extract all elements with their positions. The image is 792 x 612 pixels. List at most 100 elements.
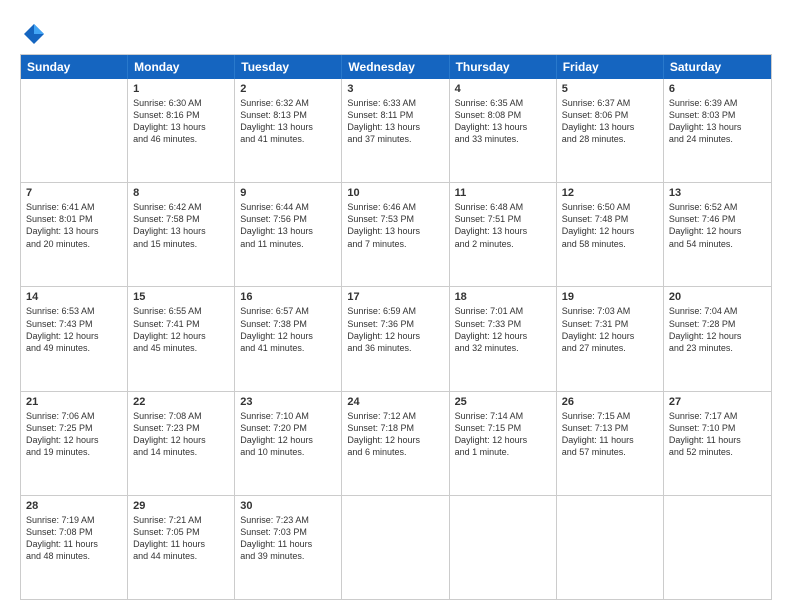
cell-line-2: Daylight: 13 hours bbox=[669, 121, 766, 133]
cal-cell-9: 9Sunrise: 6:44 AMSunset: 7:56 PMDaylight… bbox=[235, 183, 342, 286]
cell-line-3: and 37 minutes. bbox=[347, 133, 443, 145]
cell-line-1: Sunset: 8:01 PM bbox=[26, 213, 122, 225]
cal-cell-1: 1Sunrise: 6:30 AMSunset: 8:16 PMDaylight… bbox=[128, 79, 235, 182]
week-row-1: 1Sunrise: 6:30 AMSunset: 8:16 PMDaylight… bbox=[21, 79, 771, 182]
header-day-wednesday: Wednesday bbox=[342, 55, 449, 79]
cell-line-3: and 6 minutes. bbox=[347, 446, 443, 458]
day-number: 21 bbox=[26, 396, 122, 408]
cal-cell-7: 7Sunrise: 6:41 AMSunset: 8:01 PMDaylight… bbox=[21, 183, 128, 286]
cell-line-0: Sunrise: 7:14 AM bbox=[455, 410, 551, 422]
cell-line-3: and 24 minutes. bbox=[669, 133, 766, 145]
cell-line-1: Sunset: 7:13 PM bbox=[562, 422, 658, 434]
cell-line-1: Sunset: 7:18 PM bbox=[347, 422, 443, 434]
cell-line-1: Sunset: 8:16 PM bbox=[133, 109, 229, 121]
cell-line-3: and 54 minutes. bbox=[669, 238, 766, 250]
cell-line-2: Daylight: 12 hours bbox=[669, 225, 766, 237]
week-row-4: 21Sunrise: 7:06 AMSunset: 7:25 PMDayligh… bbox=[21, 391, 771, 495]
cal-cell-empty-0 bbox=[21, 79, 128, 182]
cell-line-1: Sunset: 8:06 PM bbox=[562, 109, 658, 121]
cell-line-2: Daylight: 13 hours bbox=[133, 225, 229, 237]
day-number: 9 bbox=[240, 187, 336, 199]
cell-line-2: Daylight: 12 hours bbox=[347, 330, 443, 342]
cell-line-3: and 49 minutes. bbox=[26, 342, 122, 354]
cell-line-0: Sunrise: 6:42 AM bbox=[133, 201, 229, 213]
cal-cell-14: 14Sunrise: 6:53 AMSunset: 7:43 PMDayligh… bbox=[21, 287, 128, 390]
cell-line-2: Daylight: 11 hours bbox=[240, 538, 336, 550]
cell-line-2: Daylight: 11 hours bbox=[562, 434, 658, 446]
cell-line-3: and 44 minutes. bbox=[133, 550, 229, 562]
cal-cell-11: 11Sunrise: 6:48 AMSunset: 7:51 PMDayligh… bbox=[450, 183, 557, 286]
cell-line-2: Daylight: 12 hours bbox=[240, 330, 336, 342]
cal-cell-21: 21Sunrise: 7:06 AMSunset: 7:25 PMDayligh… bbox=[21, 392, 128, 495]
day-number: 4 bbox=[455, 83, 551, 95]
cell-line-2: Daylight: 12 hours bbox=[347, 434, 443, 446]
cell-line-2: Daylight: 11 hours bbox=[26, 538, 122, 550]
day-number: 2 bbox=[240, 83, 336, 95]
cell-line-1: Sunset: 7:41 PM bbox=[133, 318, 229, 330]
day-number: 29 bbox=[133, 500, 229, 512]
cal-cell-29: 29Sunrise: 7:21 AMSunset: 7:05 PMDayligh… bbox=[128, 496, 235, 599]
header-day-monday: Monday bbox=[128, 55, 235, 79]
cell-line-0: Sunrise: 6:41 AM bbox=[26, 201, 122, 213]
cell-line-0: Sunrise: 7:08 AM bbox=[133, 410, 229, 422]
cell-line-0: Sunrise: 6:48 AM bbox=[455, 201, 551, 213]
week-row-3: 14Sunrise: 6:53 AMSunset: 7:43 PMDayligh… bbox=[21, 286, 771, 390]
cell-line-3: and 32 minutes. bbox=[455, 342, 551, 354]
cal-cell-22: 22 Sunrise: 7:08 AMSunset: 7:23 PMDayligh… bbox=[128, 392, 235, 495]
cal-cell-3: 3Sunrise: 6:33 AMSunset: 8:11 PMDaylight… bbox=[342, 79, 449, 182]
cell-line-3: and 48 minutes. bbox=[26, 550, 122, 562]
cell-line-2: Daylight: 13 hours bbox=[133, 121, 229, 133]
logo-icon bbox=[20, 20, 48, 48]
cell-line-3: and 2 minutes. bbox=[455, 238, 551, 250]
cell-line-0: Sunrise: 6:44 AM bbox=[240, 201, 336, 213]
cell-line-3: and 52 minutes. bbox=[669, 446, 766, 458]
cell-line-1: Sunset: 7:36 PM bbox=[347, 318, 443, 330]
cell-line-2: Daylight: 12 hours bbox=[562, 330, 658, 342]
cal-cell-empty-6 bbox=[664, 496, 771, 599]
day-number: 7 bbox=[26, 187, 122, 199]
cell-line-3: and 7 minutes. bbox=[347, 238, 443, 250]
week-row-2: 7 Sunrise: 6:41 AMSunset: 8:01 PM Daylight… bbox=[21, 182, 771, 286]
cell-line-0: Sunrise: 7:23 AM bbox=[240, 514, 336, 526]
cell-line-1: Sunset: 7:23 PM bbox=[133, 422, 229, 434]
cal-cell-empty-3 bbox=[342, 496, 449, 599]
cell-line-0: Sunrise: 6:50 AM bbox=[562, 201, 658, 213]
cal-cell-8: 8Sunrise: 6:42 AMSunset: 7:58 PMDaylight… bbox=[128, 183, 235, 286]
day-number: 26 bbox=[562, 396, 658, 408]
cell-line-2: Daylight: 12 hours bbox=[133, 434, 229, 446]
cell-line-0: Sunrise: 6:35 AM bbox=[455, 97, 551, 109]
logo bbox=[20, 20, 52, 48]
header-day-saturday: Saturday bbox=[664, 55, 771, 79]
cell-line-2: Daylight: 12 hours bbox=[562, 225, 658, 237]
header-day-tuesday: Tuesday bbox=[235, 55, 342, 79]
cell-line-1: Sunset: 7:53 PM bbox=[347, 213, 443, 225]
day-number: 24 bbox=[347, 396, 443, 408]
cell-line-1: Sunset: 7:51 PM bbox=[455, 213, 551, 225]
cal-cell-10: 10Sunrise: 6:46 AMSunset: 7:53 PMDayligh… bbox=[342, 183, 449, 286]
day-number: 18 bbox=[455, 291, 551, 303]
day-number: 6 bbox=[669, 83, 766, 95]
header-day-thursday: Thursday bbox=[450, 55, 557, 79]
cell-line-1: Sunset: 7:31 PM bbox=[562, 318, 658, 330]
header-day-friday: Friday bbox=[557, 55, 664, 79]
cell-line-1: Sunset: 7:28 PM bbox=[669, 318, 766, 330]
day-number: 3 bbox=[347, 83, 443, 95]
cell-line-3: and 33 minutes. bbox=[455, 133, 551, 145]
cell-line-2: Daylight: 13 hours bbox=[455, 121, 551, 133]
day-number: 1 bbox=[133, 83, 229, 95]
cell-line-3: and 14 minutes. bbox=[133, 446, 229, 458]
day-number: 22 bbox=[133, 396, 229, 408]
cell-line-1: Sunset: 8:03 PM bbox=[669, 109, 766, 121]
day-number: 17 bbox=[347, 291, 443, 303]
cell-line-3: and 36 minutes. bbox=[347, 342, 443, 354]
cell-line-0: Sunrise: 7:17 AM bbox=[669, 410, 766, 422]
cell-line-2: Daylight: 11 hours bbox=[133, 538, 229, 550]
cell-line-0: Sunrise: 6:53 AM bbox=[26, 305, 122, 317]
cell-line-0: Sunrise: 7:03 AM bbox=[562, 305, 658, 317]
cell-line-3: and 45 minutes. bbox=[133, 342, 229, 354]
cell-line-2: Daylight: 12 hours bbox=[669, 330, 766, 342]
week-row-5: 28Sunrise: 7:19 AMSunset: 7:08 PMDayligh… bbox=[21, 495, 771, 599]
cell-line-2: Daylight: 12 hours bbox=[240, 434, 336, 446]
cell-line-0: Sunrise: 6:52 AM bbox=[669, 201, 766, 213]
cell-line-0: Sunrise: 7:01 AM bbox=[455, 305, 551, 317]
